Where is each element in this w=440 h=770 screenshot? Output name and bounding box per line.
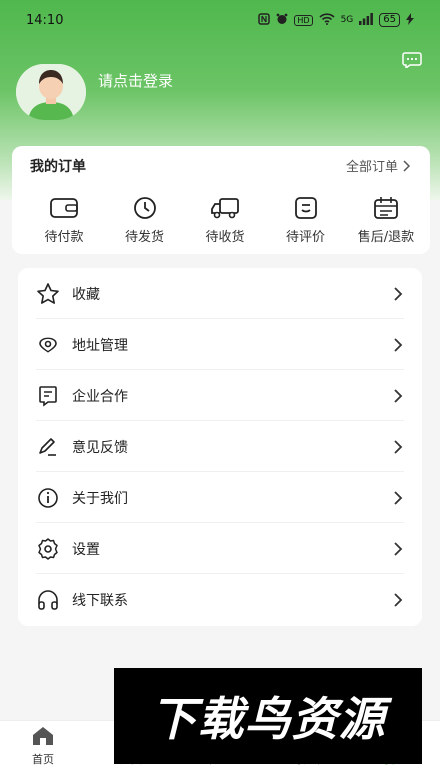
menu-item-offline-contact[interactable]: 线下联系 <box>36 574 404 625</box>
menu-label: 企业合作 <box>72 388 128 405</box>
chevron-right-icon <box>394 541 403 556</box>
chevron-right-icon <box>403 159 410 172</box>
menu-item-settings[interactable]: 设置 <box>36 523 404 574</box>
status-bar: 14:10 HD 5G 65 <box>0 0 440 40</box>
signal-icon <box>359 12 374 28</box>
chevron-right-icon <box>394 490 403 505</box>
menu-label: 收藏 <box>72 286 100 303</box>
pen-icon <box>39 437 56 456</box>
order-after-sales[interactable]: 售后/退款 <box>346 196 426 246</box>
wifi-icon <box>319 12 335 28</box>
order-label: 待发货 <box>124 230 164 245</box>
chevron-right-icon <box>394 337 403 352</box>
watermark-banner: 下载鸟资源 <box>114 668 422 764</box>
charging-icon <box>406 12 414 28</box>
orders-title: 我的订单 <box>30 159 86 175</box>
menu-label: 设置 <box>72 541 100 558</box>
menu-item-feedback[interactable]: 意见反馈 <box>36 421 404 472</box>
watermark-text: 下载鸟资源 <box>150 692 386 746</box>
order-pending-receipt[interactable]: 待收货 <box>185 196 265 246</box>
all-orders-link[interactable]: 全部订单 <box>346 156 410 175</box>
login-prompt[interactable]: 请点击登录 <box>98 70 173 91</box>
truck-icon <box>211 198 239 219</box>
status-icons: HD 5G 65 <box>258 12 414 28</box>
chevron-right-icon <box>394 286 403 301</box>
menu-label: 关于我们 <box>72 490 128 507</box>
order-label: 待付款 <box>44 230 84 245</box>
menu-label: 线下联系 <box>72 592 128 609</box>
menu-item-business[interactable]: 企业合作 <box>36 370 404 421</box>
menu-label: 意见反馈 <box>72 439 128 456</box>
menu-label: 地址管理 <box>72 337 128 354</box>
info-icon <box>38 487 58 508</box>
tab-home[interactable]: 首页 <box>8 725 78 767</box>
all-orders-label: 全部订单 <box>345 160 398 175</box>
battery-indicator: 65 <box>379 13 400 27</box>
status-time: 14:10 <box>26 12 64 28</box>
menu-item-about[interactable]: 关于我们 <box>36 472 404 523</box>
review-icon <box>294 197 317 219</box>
menu-card: 收藏 地址管理 企业合作 意见反馈 关于我们 设置 线下联系 <box>18 268 422 626</box>
chat-bubble-icon[interactable] <box>402 52 422 70</box>
order-pending-shipment[interactable]: 待发货 <box>105 196 185 246</box>
clock-icon <box>133 197 156 219</box>
order-label: 待收货 <box>205 230 245 245</box>
hd-badge: HD <box>294 14 313 26</box>
order-label: 售后/退款 <box>357 230 415 245</box>
gear-icon <box>38 537 58 560</box>
star-icon <box>37 282 59 304</box>
location-icon <box>39 337 57 353</box>
nfc-icon <box>258 12 271 28</box>
chevron-right-icon <box>394 439 403 454</box>
headphones-icon <box>38 589 58 610</box>
menu-item-address[interactable]: 地址管理 <box>36 319 404 370</box>
avatar[interactable] <box>16 64 86 120</box>
order-label: 待评价 <box>285 230 325 245</box>
chevron-right-icon <box>394 592 403 607</box>
order-pending-payment[interactable]: 待付款 <box>24 196 104 246</box>
home-icon <box>33 727 53 745</box>
alarm-icon <box>276 13 288 28</box>
tab-label: 首页 <box>32 753 54 766</box>
order-status-row: 待付款 待发货 待收货 待评价 售后/退款 <box>12 196 430 246</box>
chevron-right-icon <box>394 388 403 403</box>
menu-item-favorites[interactable]: 收藏 <box>36 268 404 319</box>
calendar-icon <box>374 197 398 219</box>
message-square-icon <box>39 385 57 407</box>
network-label: 5G <box>340 15 354 25</box>
order-pending-review[interactable]: 待评价 <box>266 196 346 246</box>
orders-card: 我的订单 全部订单 待付款 待发货 待收货 待评价 售后/退款 <box>12 146 430 254</box>
wallet-icon <box>50 198 78 218</box>
